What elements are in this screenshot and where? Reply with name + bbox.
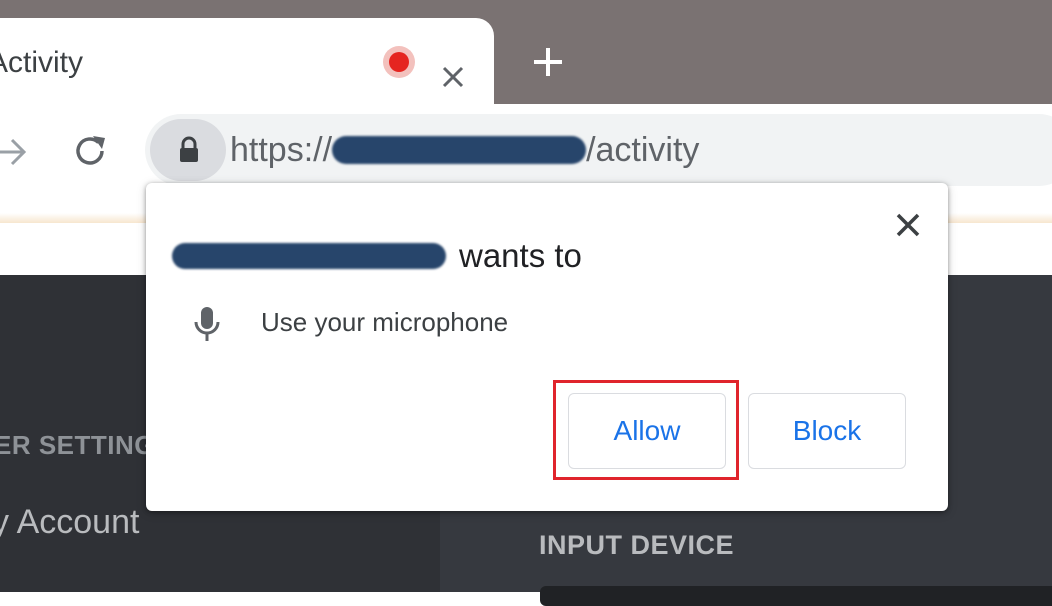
browser-toolbar: https:// /activity — [0, 104, 1052, 194]
close-icon[interactable] — [894, 211, 922, 239]
highlight-box — [553, 380, 739, 480]
permission-dialog: wants to Use your microphone Allow Block — [146, 183, 948, 511]
url-text[interactable]: https:// /activity — [230, 131, 699, 170]
permission-text: Use your microphone — [261, 307, 509, 337]
reload-icon[interactable] — [70, 131, 110, 171]
input-device-label: INPUT DEVICE — [539, 530, 735, 560]
plus-icon[interactable] — [530, 44, 566, 80]
url-scheme: https:// — [230, 131, 333, 169]
tab-strip: Activity — [0, 0, 1052, 118]
url-path: /activity — [586, 131, 700, 169]
site-info-button[interactable] — [150, 119, 226, 181]
address-bar[interactable]: https:// /activity — [145, 114, 1052, 186]
block-button[interactable]: Block — [748, 393, 906, 469]
sidebar-heading: ER SETTING — [0, 430, 156, 460]
recording-dot-icon — [383, 46, 415, 78]
redacted-origin — [172, 243, 446, 269]
sidebar-item-account[interactable]: y Account — [0, 503, 139, 542]
lock-icon — [180, 136, 198, 162]
close-icon[interactable] — [436, 60, 470, 94]
forward-arrow-icon[interactable] — [0, 134, 28, 170]
input-device-select[interactable] — [540, 586, 1052, 606]
microphone-icon — [194, 307, 220, 341]
dialog-title: wants to — [459, 237, 582, 274]
tab-title: Activity — [0, 46, 84, 79]
browser-tab[interactable]: Activity — [0, 18, 494, 118]
redacted-domain — [332, 136, 587, 164]
